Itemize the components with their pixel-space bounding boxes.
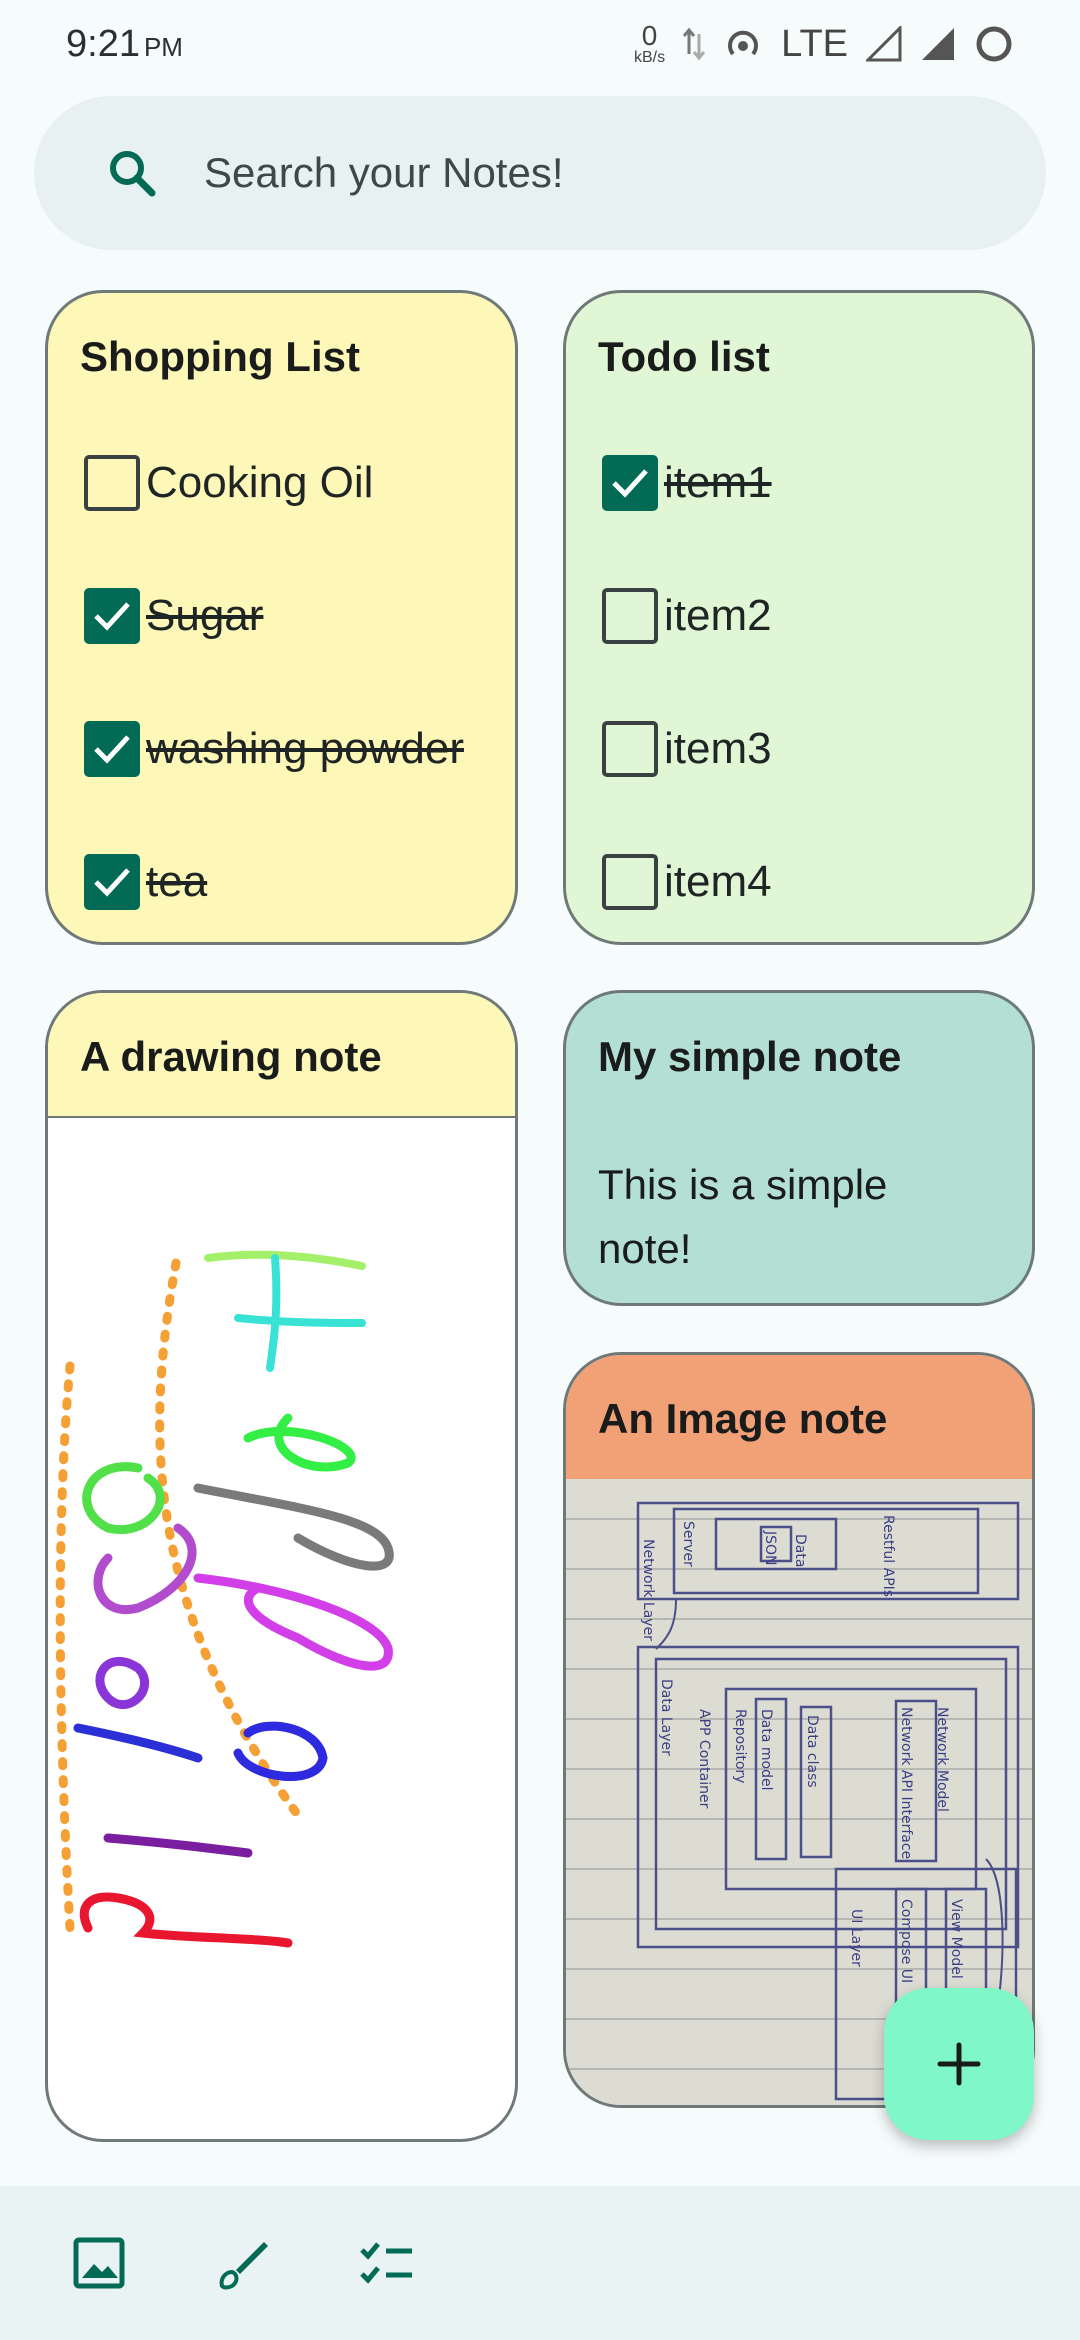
image-icon xyxy=(73,2237,125,2289)
photo-text: Server xyxy=(680,1521,696,1567)
photo-text: APP Container xyxy=(696,1709,712,1809)
net-speed-unit: kB/s xyxy=(634,49,666,66)
photo-text: Network API Interface xyxy=(898,1707,914,1859)
photo-text: Compose UI xyxy=(898,1899,914,1983)
shopping-item[interactable]: Cooking Oil xyxy=(84,453,373,513)
net-speed-value: 0 xyxy=(641,20,658,51)
check-icon xyxy=(94,868,130,897)
search-input[interactable]: Search your Notes! xyxy=(204,149,564,197)
bottom-toolbar xyxy=(0,2186,1080,2340)
todo-item-label: item2 xyxy=(664,591,772,640)
photo-text: JSON xyxy=(762,1530,778,1566)
shopping-item-label: tea xyxy=(146,857,208,906)
check-icon xyxy=(94,735,130,764)
hotspot-icon xyxy=(728,30,759,56)
todo-item-label: item1 xyxy=(664,458,772,507)
add-note-button[interactable] xyxy=(884,1988,1034,2140)
drawing-note-header: A drawing note xyxy=(48,993,515,1118)
photo-text: Network Model xyxy=(934,1707,950,1812)
todo-item[interactable]: item2 xyxy=(602,586,772,646)
battery-icon xyxy=(976,26,1012,62)
shopping-item-label: washing powder xyxy=(146,724,464,773)
image-note-header: An Image note xyxy=(566,1355,1032,1479)
data-arrows-icon xyxy=(683,27,706,61)
photo-text: Restful APIs xyxy=(880,1515,896,1597)
simple-note-title: My simple note xyxy=(598,1033,902,1080)
network-type: LTE xyxy=(781,22,848,65)
todo-list-title: Todo list xyxy=(598,333,770,380)
photo-text: Data class xyxy=(804,1715,820,1788)
search-bar[interactable]: Search your Notes! xyxy=(34,96,1046,250)
shopping-item[interactable]: Sugar xyxy=(84,586,263,646)
new-checklist-note-button[interactable] xyxy=(356,2232,418,2294)
checklist-icon xyxy=(360,2242,412,2284)
checkbox-unchecked[interactable] xyxy=(602,854,658,910)
shopping-item-label: Cooking Oil xyxy=(146,458,374,507)
add-icon xyxy=(937,2042,981,2086)
checkbox-checked[interactable] xyxy=(84,854,140,910)
drawing-note-title: A drawing note xyxy=(80,1033,382,1080)
checkbox-unchecked[interactable] xyxy=(602,588,658,644)
todo-item[interactable]: item4 xyxy=(602,852,772,912)
shopping-item-label: Sugar xyxy=(146,591,264,640)
photo-text: Network Layer xyxy=(640,1539,656,1641)
check-icon xyxy=(612,469,648,498)
photo-text: Data Layer xyxy=(658,1679,674,1756)
new-image-note-button[interactable] xyxy=(68,2232,130,2294)
simple-note-body: This is a simple note! xyxy=(598,1161,888,1272)
status-time: 9:21 PM xyxy=(66,23,183,66)
shopping-item[interactable]: washing powder xyxy=(84,719,464,779)
checkbox-unchecked[interactable] xyxy=(84,455,140,511)
photo-text: View Model xyxy=(948,1899,964,1979)
photo-text: Data model xyxy=(758,1709,774,1790)
shopping-item[interactable]: tea xyxy=(84,852,207,912)
drawing-canvas xyxy=(55,1250,394,1948)
net-speed: 0 kB/s xyxy=(634,22,665,66)
status-ampm: PM xyxy=(143,31,183,62)
simple-note-card[interactable]: My simple note This is a simple note! xyxy=(563,990,1035,1306)
shopping-list-title: Shopping List xyxy=(80,333,360,380)
todo-item-label: item4 xyxy=(664,857,772,906)
signal-full-icon xyxy=(922,28,954,60)
status-indicators: 0 kB/s LTE xyxy=(634,22,1014,66)
new-drawing-note-button[interactable] xyxy=(212,2232,274,2294)
checkbox-checked[interactable] xyxy=(84,588,140,644)
checkbox-unchecked[interactable] xyxy=(602,721,658,777)
checkbox-checked[interactable] xyxy=(602,455,658,511)
todo-item[interactable]: item1 xyxy=(602,453,772,513)
search-icon[interactable] xyxy=(106,147,158,199)
todo-list-card[interactable]: Todo list item1 item2 item3 item4 xyxy=(563,290,1035,945)
signal-icon xyxy=(866,26,902,62)
todo-item[interactable]: item3 xyxy=(602,719,772,779)
todo-item-label: item3 xyxy=(664,724,772,773)
status-bar: 9:21 PM 0 kB/s LTE xyxy=(0,0,1080,88)
image-note-title: An Image note xyxy=(598,1395,888,1442)
shopping-list-card[interactable]: Shopping List Cooking Oil Sugar washing … xyxy=(45,290,518,945)
photo-text: UI Layer xyxy=(848,1909,864,1967)
photo-text: Data xyxy=(792,1534,808,1567)
check-icon xyxy=(94,602,130,631)
checkbox-checked[interactable] xyxy=(84,721,140,777)
brush-icon xyxy=(219,2242,268,2290)
status-time-value: 9:21 xyxy=(66,22,140,65)
photo-text: Repository xyxy=(732,1709,748,1783)
drawing-note-card[interactable]: A drawing note xyxy=(45,990,518,2142)
